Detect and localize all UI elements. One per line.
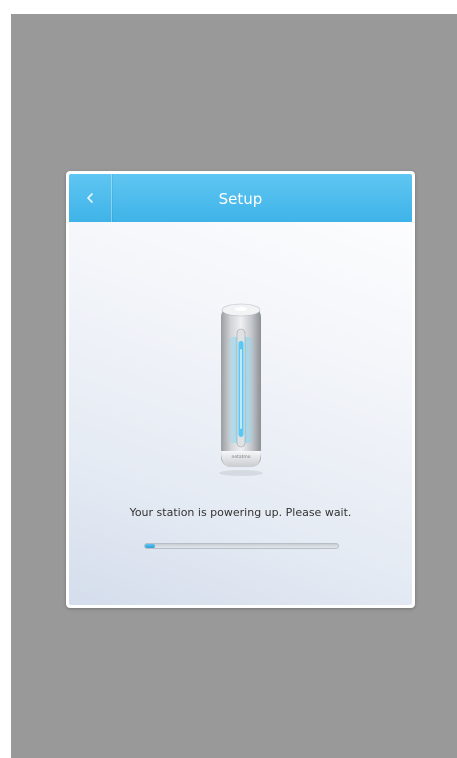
progress-fill xyxy=(145,544,155,548)
brand-label: netatmo xyxy=(231,454,250,460)
weather-station-icon: netatmo xyxy=(219,303,263,476)
progress-bar xyxy=(144,543,339,549)
dialog-body: Setup netatmo Your station is powering u… xyxy=(69,174,412,605)
dialog-title: Setup xyxy=(218,190,263,208)
setup-dialog: Setup netatmo Your station is powering u… xyxy=(66,171,415,608)
app-background: Setup netatmo Your station is powering u… xyxy=(11,14,457,758)
back-button[interactable] xyxy=(69,174,112,222)
chevron-left-icon xyxy=(87,193,93,203)
dialog-header: Setup xyxy=(69,174,412,222)
status-message: Your station is powering up. Please wait… xyxy=(129,506,352,519)
